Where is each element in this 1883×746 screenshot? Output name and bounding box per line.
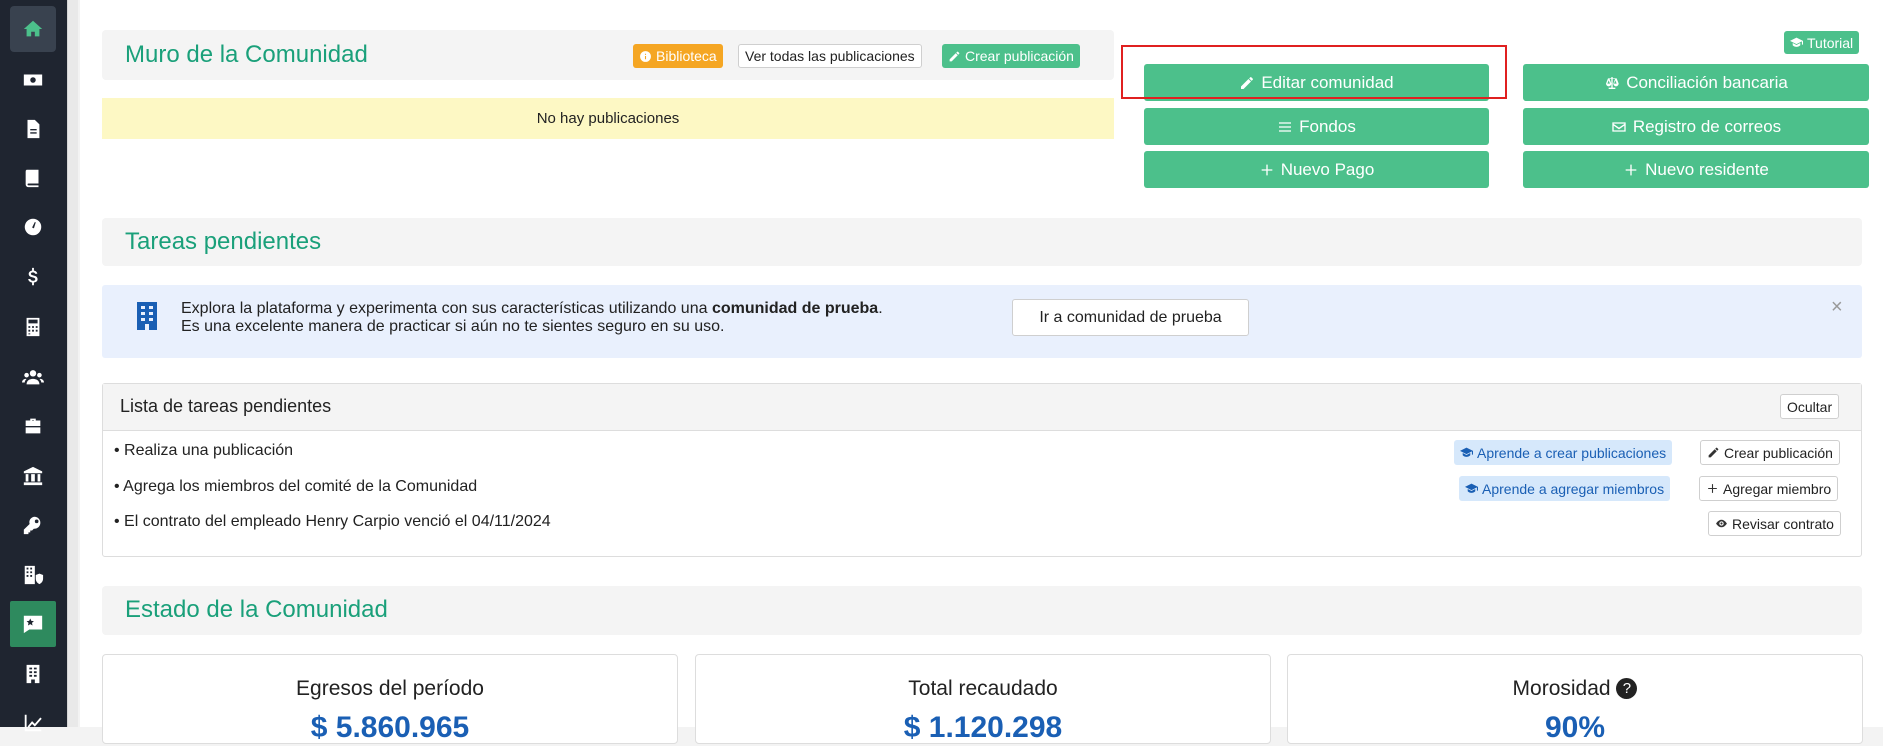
- graduation-cap-icon: [1460, 447, 1473, 457]
- ir-comunidad-prueba-label: Ir a comunidad de prueba: [1039, 308, 1222, 326]
- revisar-contrato-button[interactable]: Revisar contrato: [1708, 511, 1841, 536]
- info-line-2: Es una excelente manera de practicar si …: [181, 318, 725, 335]
- recaudado-label: Total recaudado: [908, 677, 1058, 700]
- dollar-icon[interactable]: [10, 254, 56, 300]
- morosidad-label-row: Morosidad ?: [1288, 677, 1862, 701]
- envelope-icon: [1612, 121, 1626, 132]
- agregar-miembro-label: Agregar miembro: [1723, 480, 1832, 497]
- fondos-label: Fondos: [1299, 116, 1356, 136]
- estado-title: Estado de la Comunidad: [125, 596, 388, 623]
- task-item: • El contrato del empleado Henry Carpio …: [114, 513, 551, 530]
- registro-correos-label: Registro de correos: [1632, 116, 1782, 136]
- conciliacion-bancaria-label: Conciliación bancaria: [1626, 72, 1788, 92]
- ver-todas-button[interactable]: Ver todas las publicaciones: [738, 44, 922, 68]
- plus-icon: [1708, 484, 1717, 493]
- ocultar-label: Ocultar: [1787, 398, 1833, 415]
- building-shield-icon[interactable]: [10, 552, 56, 598]
- key-icon[interactable]: [10, 502, 56, 548]
- sidebar-divider: [67, 0, 78, 727]
- pencil-icon: [1708, 447, 1719, 458]
- graduation-cap-icon: [1790, 37, 1803, 47]
- money-icon[interactable]: [10, 57, 56, 103]
- info-icon: [640, 50, 651, 62]
- info-line-1-text: Explora la plataforma y experimenta con …: [181, 300, 712, 317]
- info-line-1-end: .: [878, 300, 883, 317]
- info-line-1-bold: comunidad de prueba: [711, 300, 879, 317]
- chart-line-icon[interactable]: [10, 700, 56, 746]
- revisar-contrato-label: Revisar contrato: [1732, 515, 1834, 532]
- plus-icon: [1625, 164, 1637, 175]
- home-icon[interactable]: [10, 6, 56, 52]
- aprende-agregar-label: Aprende a agregar miembros: [1482, 480, 1665, 497]
- plus-icon: [1261, 164, 1273, 175]
- egresos-label: Egresos del período: [296, 677, 484, 700]
- biblioteca-button[interactable]: Biblioteca: [633, 44, 723, 68]
- fondos-button[interactable]: Fondos: [1144, 108, 1489, 145]
- nuevo-pago-button[interactable]: Nuevo Pago: [1144, 151, 1489, 188]
- document-icon[interactable]: [10, 106, 56, 152]
- info-line-1: Explora la plataforma y experimenta con …: [181, 300, 883, 318]
- calculator-icon[interactable]: [10, 304, 56, 350]
- morosidad-card: Morosidad ? 90%: [1287, 654, 1863, 744]
- agregar-miembro-button[interactable]: Agregar miembro: [1699, 476, 1839, 501]
- ocultar-button[interactable]: Ocultar: [1780, 394, 1840, 419]
- briefcase-icon[interactable]: [10, 403, 56, 449]
- task-list-title: Lista de tareas pendientes: [120, 396, 332, 416]
- close-icon[interactable]: ×: [1831, 296, 1843, 319]
- muro-title: Muro de la Comunidad: [125, 41, 368, 68]
- book-icon[interactable]: [10, 155, 56, 201]
- tareas-title: Tareas pendientes: [125, 228, 322, 255]
- morosidad-label: Morosidad: [1512, 677, 1611, 700]
- sidebar: [0, 0, 78, 732]
- bank-icon[interactable]: [10, 453, 56, 499]
- task-list-header: [103, 384, 1861, 431]
- nuevo-residente-label: Nuevo residente: [1645, 159, 1769, 179]
- info-banner-text: Explora la plataforma y experimenta con …: [181, 300, 883, 336]
- gauge-icon[interactable]: [10, 204, 56, 250]
- graduation-cap-icon: [1465, 483, 1478, 493]
- aprende-agregar-miembros-button[interactable]: Aprende a agregar miembros: [1459, 476, 1671, 501]
- conciliacion-bancaria-button[interactable]: Conciliación bancaria: [1523, 64, 1869, 101]
- morosidad-value: 90%: [1544, 711, 1606, 744]
- registro-correos-button[interactable]: Registro de correos: [1523, 108, 1869, 145]
- recaudado-value: $ 1.120.298: [903, 711, 1063, 744]
- aprende-crear-label: Aprende a crear publicaciones: [1477, 444, 1667, 461]
- crear-publicacion-task-label: Crear publicación: [1724, 444, 1833, 461]
- ver-todas-label: Ver todas las publicaciones: [745, 48, 915, 64]
- crear-publicacion-button[interactable]: Crear publicación: [942, 44, 1080, 68]
- recaudado-card: Total recaudado $ 1.120.298: [695, 654, 1271, 744]
- tutorial-label: Tutorial: [1807, 34, 1854, 51]
- aprende-crear-publicaciones-button[interactable]: Aprende a crear publicaciones: [1454, 440, 1673, 465]
- crear-publicacion-label: Crear publicación: [965, 48, 1074, 64]
- nuevo-residente-button[interactable]: Nuevo residente: [1523, 151, 1869, 188]
- chat-star-icon[interactable]: [10, 601, 56, 647]
- task-item: • Realiza una publicación: [114, 442, 294, 459]
- pencil-icon: [949, 51, 960, 61]
- biblioteca-label: Biblioteca: [656, 48, 717, 64]
- highlight-box: [1121, 45, 1507, 99]
- eye-icon: [1716, 519, 1727, 528]
- task-item: • Agrega los miembros del comité de la C…: [114, 478, 478, 495]
- crear-publicacion-task-button[interactable]: Crear publicación: [1700, 440, 1840, 465]
- question-icon[interactable]: ?: [1616, 678, 1638, 699]
- nuevo-pago-label: Nuevo Pago: [1280, 159, 1375, 179]
- egresos-card: Egresos del período $ 5.860.965: [102, 654, 678, 744]
- ir-comunidad-prueba-button[interactable]: Ir a comunidad de prueba: [1012, 299, 1249, 336]
- building-icon: [135, 301, 159, 331]
- no-publicaciones-alert: No hay publicaciones: [102, 98, 1114, 139]
- tutorial-button[interactable]: Tutorial: [1784, 31, 1860, 54]
- tareas-header: [102, 218, 1862, 266]
- users-icon[interactable]: [10, 354, 56, 400]
- scale-icon: [1606, 76, 1619, 89]
- building-icon[interactable]: [10, 651, 56, 697]
- bars-icon: [1279, 121, 1292, 132]
- egresos-value: $ 5.860.965: [310, 711, 470, 744]
